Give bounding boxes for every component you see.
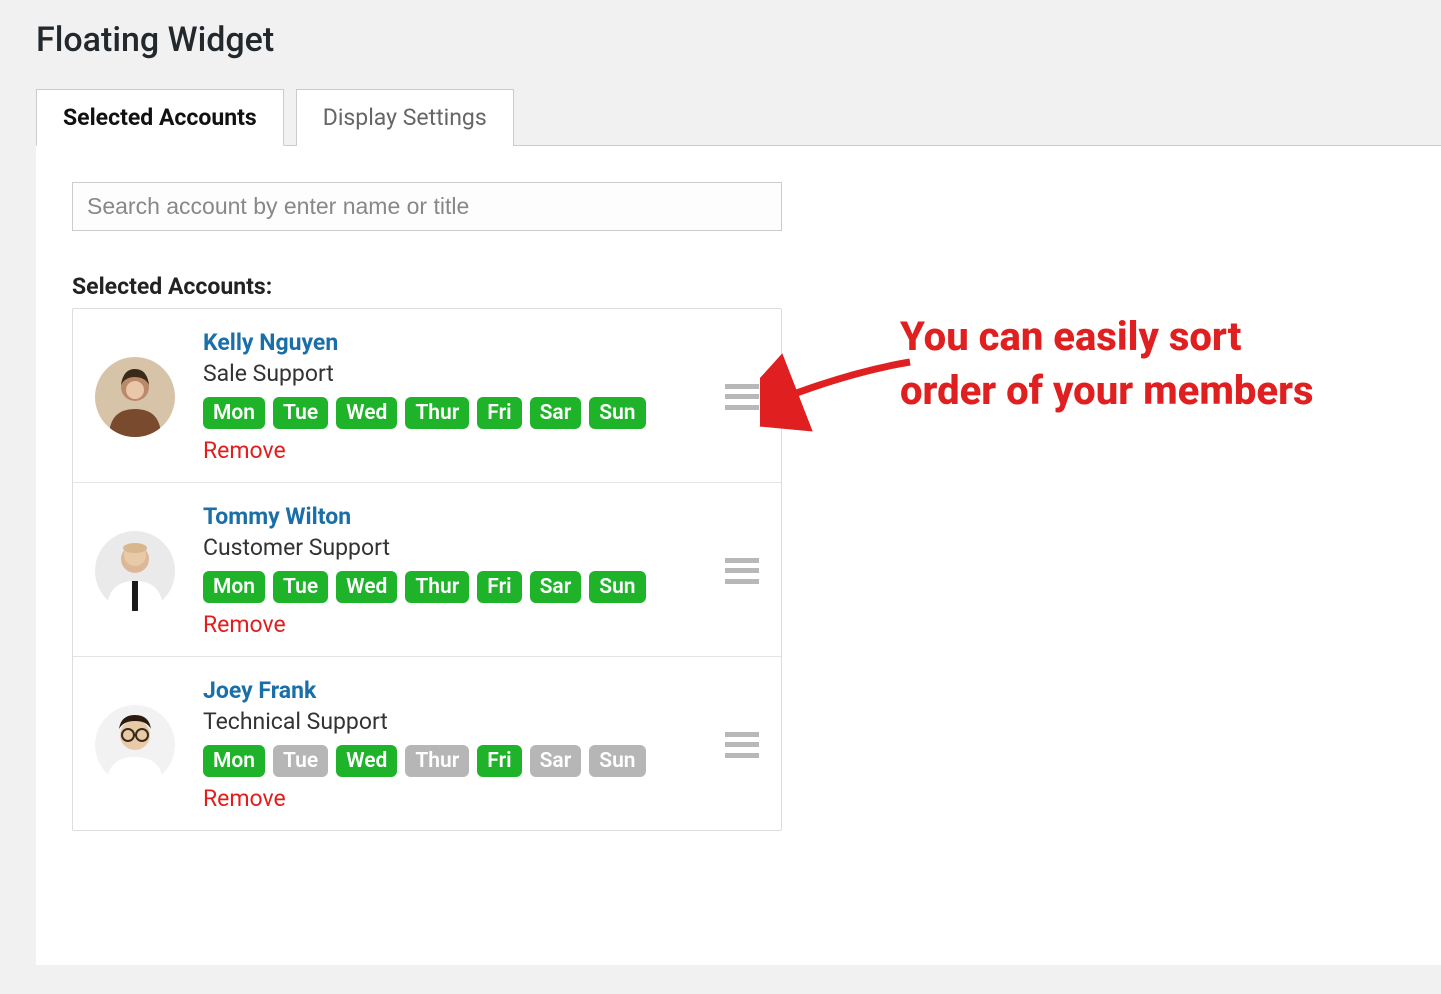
account-row: Kelly Nguyen Sale Support Mon Tue Wed Th…	[73, 309, 781, 483]
account-name-link[interactable]: Kelly Nguyen	[203, 329, 707, 356]
days-row: Mon Tue Wed Thur Fri Sar Sun	[203, 571, 707, 603]
tab-panel: Selected Accounts: Kelly Nguyen Sale Sup…	[36, 145, 1441, 965]
day-badge: Wed	[336, 397, 397, 429]
remove-button[interactable]: Remove	[203, 611, 707, 638]
account-role: Sale Support	[203, 360, 707, 387]
day-badge: Wed	[336, 745, 397, 777]
page-title: Floating Widget	[36, 20, 1441, 60]
day-badge: Mon	[203, 397, 265, 429]
search-input[interactable]	[72, 182, 782, 231]
annotation-text: You can easily sort order of your member…	[900, 310, 1320, 418]
drag-handle-icon[interactable]	[725, 732, 759, 758]
accounts-list: Kelly Nguyen Sale Support Mon Tue Wed Th…	[72, 308, 782, 831]
account-row: Joey Frank Technical Support Mon Tue Wed…	[73, 657, 781, 830]
drag-handle-icon[interactable]	[725, 384, 759, 410]
day-badge: Sar	[530, 397, 582, 429]
day-badge: Thur	[405, 745, 469, 777]
avatar	[95, 705, 175, 785]
tabs: Selected Accounts Display Settings	[36, 88, 1441, 145]
day-badge: Sun	[589, 571, 645, 603]
day-badge: Tue	[273, 397, 328, 429]
remove-button[interactable]: Remove	[203, 437, 707, 464]
account-role: Customer Support	[203, 534, 707, 561]
day-badge: Sar	[530, 745, 582, 777]
avatar	[95, 357, 175, 437]
day-badge: Sun	[589, 745, 645, 777]
selected-accounts-label: Selected Accounts:	[72, 273, 1405, 300]
day-badge: Tue	[273, 571, 328, 603]
day-badge: Fri	[477, 397, 521, 429]
day-badge: Tue	[273, 745, 328, 777]
account-role: Technical Support	[203, 708, 707, 735]
tab-display-settings[interactable]: Display Settings	[296, 89, 514, 146]
day-badge: Fri	[477, 571, 521, 603]
day-badge: Mon	[203, 745, 265, 777]
day-badge: Thur	[405, 397, 469, 429]
remove-button[interactable]: Remove	[203, 785, 707, 812]
day-badge: Fri	[477, 745, 521, 777]
day-badge: Mon	[203, 571, 265, 603]
day-badge: Thur	[405, 571, 469, 603]
tab-selected-accounts[interactable]: Selected Accounts	[36, 89, 284, 146]
days-row: Mon Tue Wed Thur Fri Sar Sun	[203, 397, 707, 429]
days-row: Mon Tue Wed Thur Fri Sar Sun	[203, 745, 707, 777]
drag-handle-icon[interactable]	[725, 558, 759, 584]
account-name-link[interactable]: Joey Frank	[203, 677, 707, 704]
day-badge: Sar	[530, 571, 582, 603]
account-row: Tommy Wilton Customer Support Mon Tue We…	[73, 483, 781, 657]
day-badge: Sun	[589, 397, 645, 429]
account-name-link[interactable]: Tommy Wilton	[203, 503, 707, 530]
day-badge: Wed	[336, 571, 397, 603]
avatar	[95, 531, 175, 611]
